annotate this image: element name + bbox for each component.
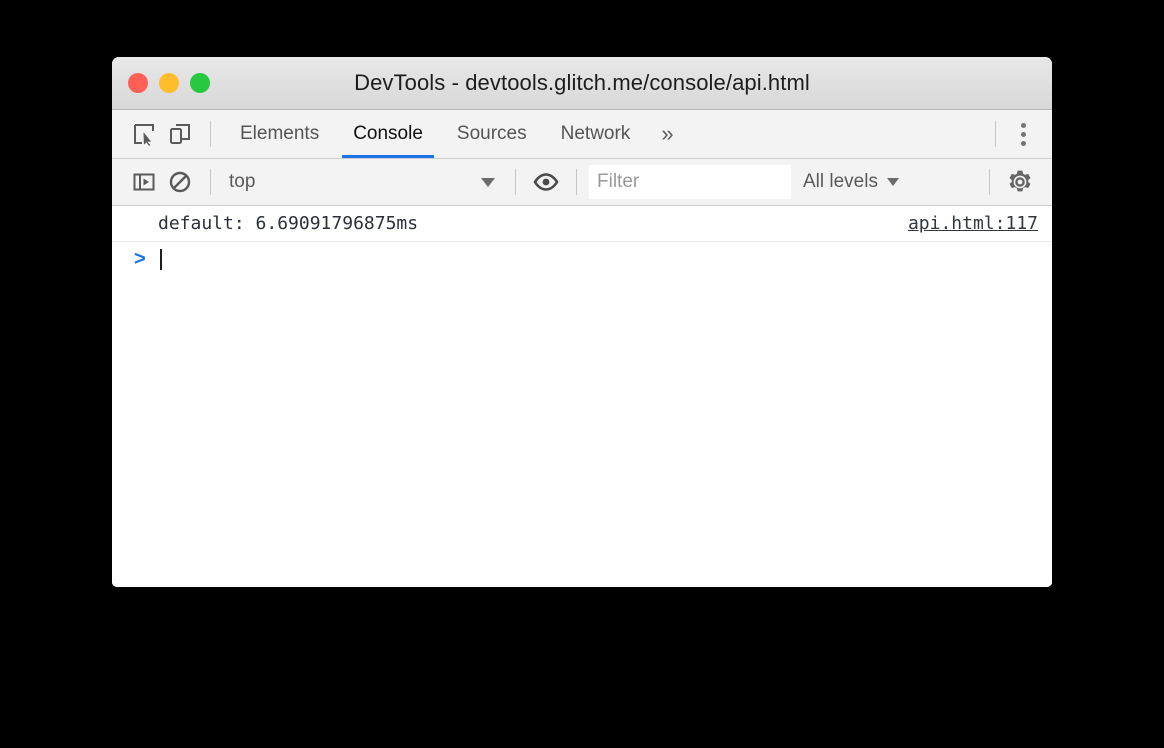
execution-context-selector[interactable]: top xyxy=(223,166,503,198)
tabbar-right-separator xyxy=(995,121,996,147)
panel-tabs: Elements Console Sources Network » xyxy=(223,110,688,158)
console-prompt-row[interactable]: > xyxy=(112,242,1052,276)
console-toolbar: top All levels xyxy=(112,159,1052,206)
console-message-row[interactable]: default: 6.69091796875ms api.html:117 xyxy=(112,206,1052,242)
tab-network[interactable]: Network xyxy=(544,110,648,158)
console-toolbar-separator-4 xyxy=(989,169,990,195)
console-message-source-link[interactable]: api.html:117 xyxy=(908,213,1038,234)
tabbar-right-actions xyxy=(983,119,1052,149)
console-message-text: default: 6.69091796875ms xyxy=(158,213,419,234)
close-button[interactable] xyxy=(128,73,148,93)
kebab-menu-icon[interactable] xyxy=(1008,119,1038,149)
log-level-selector[interactable]: All levels xyxy=(791,171,911,193)
clear-console-icon[interactable] xyxy=(162,165,198,199)
log-level-label: All levels xyxy=(803,171,878,192)
minimize-button[interactable] xyxy=(159,73,179,93)
tabbar-separator xyxy=(210,121,211,147)
tab-sources[interactable]: Sources xyxy=(440,110,544,158)
live-expression-eye-icon[interactable] xyxy=(528,165,564,199)
execution-context-label: top xyxy=(229,171,256,192)
tab-overflow-chevron-icon[interactable]: » xyxy=(647,110,687,158)
filter-input[interactable] xyxy=(589,165,791,199)
maximize-button[interactable] xyxy=(190,73,210,93)
show-console-sidebar-icon[interactable] xyxy=(126,165,162,199)
window-titlebar: DevTools - devtools.glitch.me/console/ap… xyxy=(112,57,1052,110)
console-toolbar-separator-3 xyxy=(576,169,577,195)
console-toolbar-right xyxy=(977,165,1052,199)
window-controls xyxy=(128,73,210,93)
inspect-element-icon[interactable] xyxy=(126,117,162,151)
prompt-chevron-icon: > xyxy=(134,248,146,270)
window-title: DevTools - devtools.glitch.me/console/ap… xyxy=(354,70,810,95)
chevron-down-icon xyxy=(886,178,899,186)
tab-console[interactable]: Console xyxy=(336,110,440,158)
tab-elements[interactable]: Elements xyxy=(223,110,336,158)
settings-gear-icon[interactable] xyxy=(1002,165,1038,199)
devtools-tabbar: Elements Console Sources Network » xyxy=(112,110,1052,159)
device-toolbar-icon[interactable] xyxy=(162,117,198,151)
console-toolbar-separator-1 xyxy=(210,169,211,195)
prompt-text-caret xyxy=(160,248,162,270)
chevron-down-icon xyxy=(481,177,495,187)
console-toolbar-separator-2 xyxy=(515,169,516,195)
console-message-list[interactable]: default: 6.69091796875ms api.html:117 > xyxy=(112,206,1052,587)
devtools-window: DevTools - devtools.glitch.me/console/ap… xyxy=(112,57,1052,587)
